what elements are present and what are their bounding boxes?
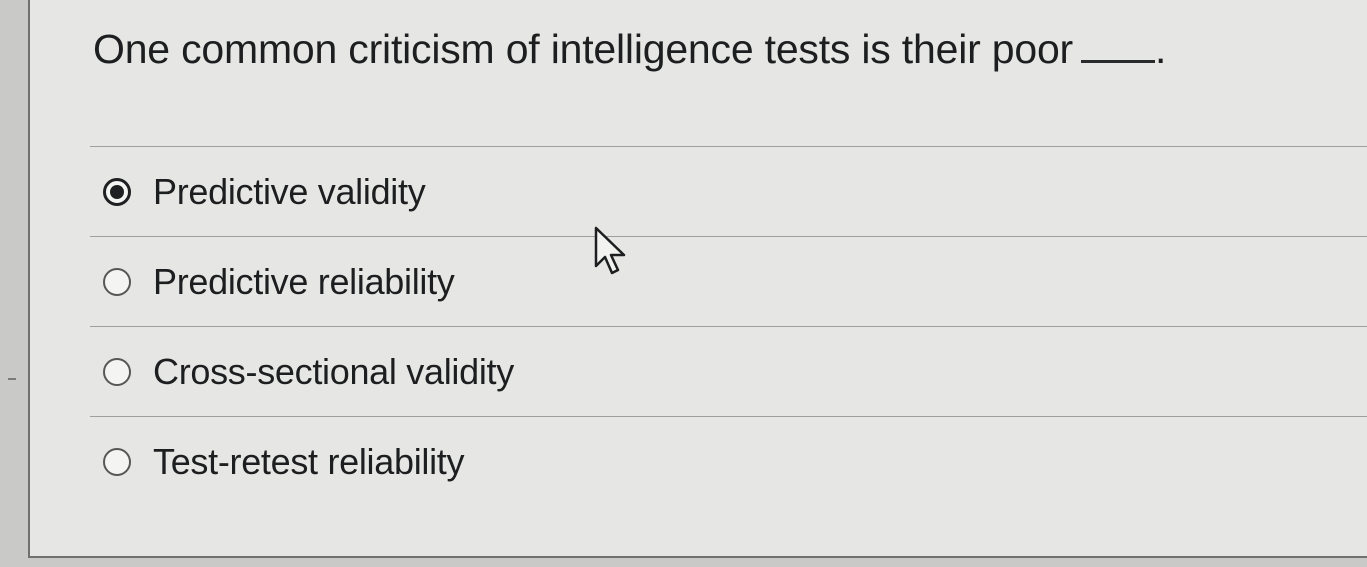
question-text: One common criticism of intelligence tes… xyxy=(93,26,1166,73)
answer-blank xyxy=(1081,30,1156,63)
answer-options: Predictive validity Predictive reliabili… xyxy=(90,146,1367,506)
mouse-pointer-icon xyxy=(594,226,626,275)
question-period: . xyxy=(1155,26,1167,72)
radio-button[interactable] xyxy=(103,357,131,386)
radio-button-selected[interactable] xyxy=(103,177,131,206)
option-test-retest-reliability[interactable]: Test-retest reliability xyxy=(90,416,1367,506)
option-predictive-validity[interactable]: Predictive validity xyxy=(90,146,1367,236)
question-stem: One common criticism of intelligence tes… xyxy=(93,26,1074,72)
edge-mark xyxy=(8,378,16,380)
question-card: One common criticism of intelligence tes… xyxy=(28,0,1367,558)
option-label[interactable]: Cross-sectional validity xyxy=(153,351,514,393)
radio-button[interactable] xyxy=(103,267,131,296)
option-label[interactable]: Predictive reliability xyxy=(153,261,455,303)
option-predictive-reliability[interactable]: Predictive reliability xyxy=(90,236,1367,326)
option-cross-sectional-validity[interactable]: Cross-sectional validity xyxy=(90,326,1367,416)
radio-button[interactable] xyxy=(103,447,131,476)
option-label[interactable]: Test-retest reliability xyxy=(153,441,465,483)
option-label[interactable]: Predictive validity xyxy=(153,171,426,213)
